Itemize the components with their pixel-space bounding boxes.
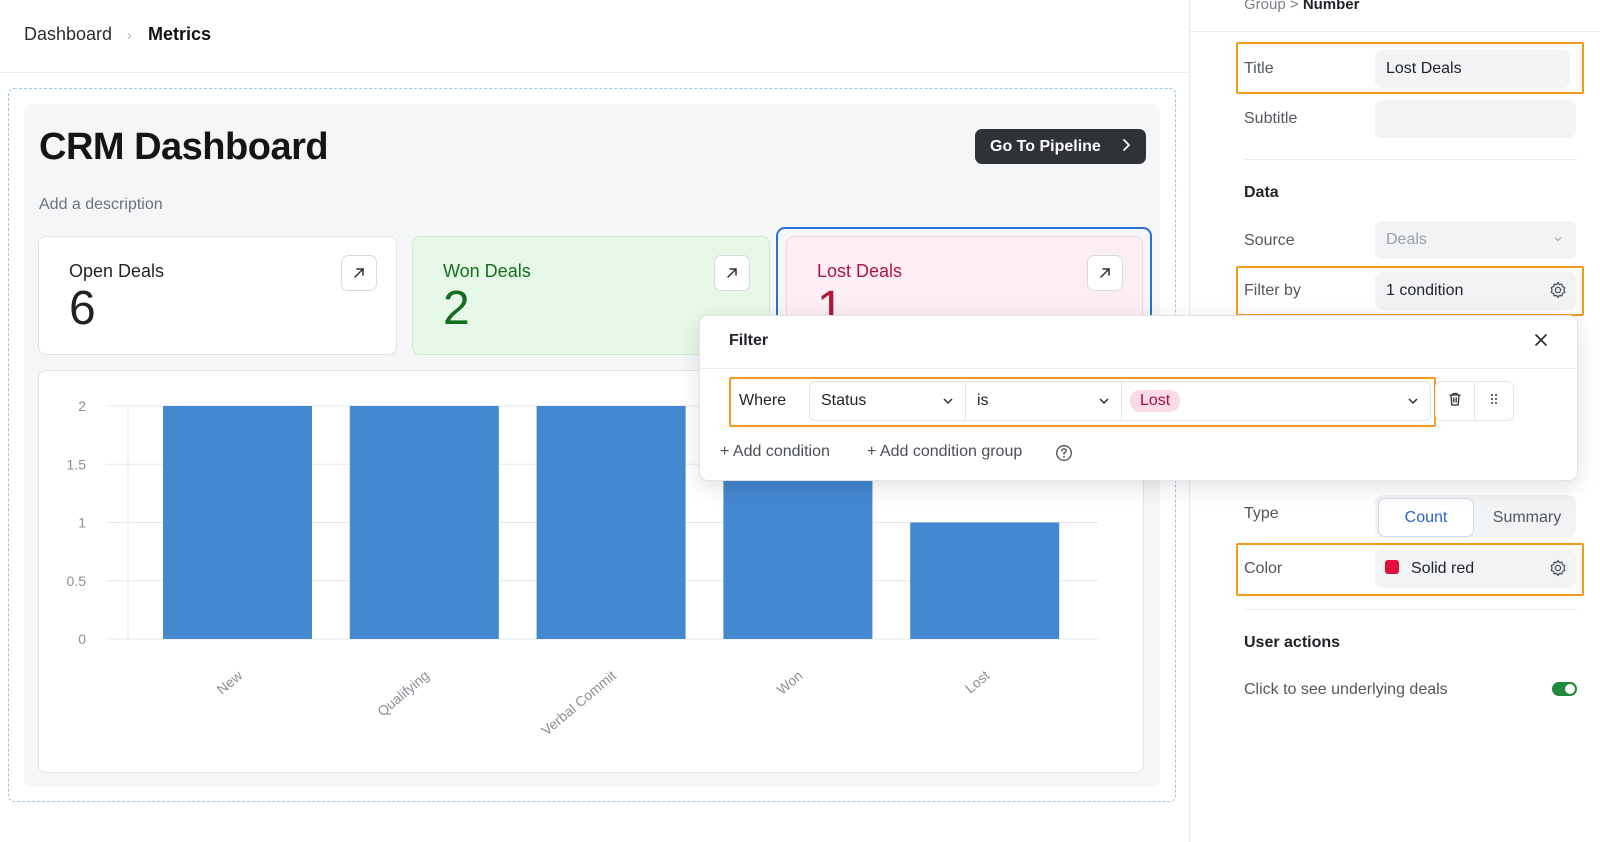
go-to-pipeline-button[interactable]: Go To Pipeline: [975, 129, 1146, 164]
title-label: Title: [1244, 60, 1274, 77]
card-label: Open Deals: [69, 261, 165, 281]
plus-icon: +: [867, 443, 880, 460]
help-icon[interactable]: [1055, 444, 1073, 467]
field-select-value: Status: [821, 392, 867, 409]
color-swatch: [1385, 560, 1399, 574]
x-tick-label: Won: [774, 667, 806, 698]
open-external-icon[interactable]: [1087, 255, 1123, 291]
close-icon[interactable]: [1533, 332, 1549, 353]
gear-icon[interactable]: [1548, 280, 1568, 305]
subtitle-label: Subtitle: [1244, 110, 1298, 127]
operator-select-value: is: [977, 392, 989, 409]
where-label: Where: [739, 392, 787, 409]
panel-breadcrumb: Group > Number: [1244, 0, 1360, 13]
click-through-toggle[interactable]: [1552, 682, 1577, 696]
chart-bar: [910, 522, 1060, 639]
y-tick-label: 1.5: [67, 456, 87, 472]
click-through-label: Click to see underlying deals: [1244, 681, 1448, 698]
type-summary-option[interactable]: Summary: [1479, 498, 1575, 537]
dashboard-description[interactable]: Add a description: [39, 196, 163, 214]
drag-handle-button[interactable]: [1474, 381, 1514, 421]
y-tick-label: 2: [78, 398, 86, 414]
chart-bar: [163, 406, 312, 639]
source-select[interactable]: Deals: [1375, 221, 1576, 259]
title-input[interactable]: Lost Deals: [1375, 50, 1570, 88]
color-field[interactable]: Solid red: [1375, 550, 1576, 588]
chevron-down-icon: [1406, 394, 1420, 413]
trash-icon: [1447, 391, 1463, 412]
chevron-down-icon: [1097, 394, 1111, 413]
panel-breadcrumb-current: Number: [1302, 0, 1360, 13]
delete-condition-button[interactable]: [1435, 381, 1475, 421]
source-value: Deals: [1386, 231, 1427, 248]
y-tick-label: 1: [78, 515, 86, 531]
x-tick-label: Qualifying: [374, 667, 432, 719]
y-tick-label: 0.5: [67, 573, 87, 589]
filter-title: Filter: [729, 332, 769, 349]
go-to-pipeline-label: Go To Pipeline: [990, 137, 1101, 155]
add-condition-button[interactable]: + Add condition: [720, 443, 830, 461]
filter-by-label: Filter by: [1244, 282, 1301, 299]
panel-breadcrumb-separator: >: [1289, 0, 1299, 13]
filter-by-value: 1 condition: [1386, 282, 1464, 299]
type-label: Type: [1244, 505, 1279, 522]
data-heading: Data: [1244, 184, 1279, 201]
add-condition-group-label: Add condition group: [879, 443, 1023, 460]
add-condition-label: Add condition: [732, 443, 830, 460]
value-chip: Lost: [1130, 390, 1181, 412]
type-count-option[interactable]: Count: [1378, 498, 1474, 537]
operator-select[interactable]: is: [965, 381, 1122, 421]
open-external-icon[interactable]: [714, 255, 750, 291]
x-tick-label: New: [214, 667, 246, 698]
chevron-down-icon: [941, 394, 955, 413]
chart-bar: [349, 406, 499, 639]
breadcrumb-dashboard[interactable]: Dashboard: [24, 24, 112, 45]
card-label: Won Deals: [443, 261, 531, 281]
filter-by-field[interactable]: 1 condition: [1375, 272, 1576, 310]
dashboard-title[interactable]: CRM Dashboard: [39, 126, 329, 169]
card-value: 2: [443, 282, 470, 335]
subtitle-input[interactable]: [1375, 100, 1576, 138]
field-select[interactable]: Status: [809, 381, 966, 421]
value-select[interactable]: Lost: [1121, 381, 1431, 421]
color-value: Solid red: [1411, 560, 1475, 577]
source-label: Source: [1244, 232, 1295, 249]
x-tick-label: Lost: [962, 667, 993, 696]
divider: [1244, 159, 1577, 160]
add-condition-group-button[interactable]: + Add condition group: [867, 443, 1022, 461]
divider: [1244, 609, 1577, 610]
card-open-deals[interactable]: Open Deals 6: [38, 236, 397, 355]
y-tick-label: 0: [78, 631, 86, 647]
toggle-knob: [1565, 684, 1575, 694]
chart-bar: [536, 406, 686, 639]
card-value: 6: [69, 282, 96, 335]
panel-breadcrumb-parent[interactable]: Group: [1244, 0, 1286, 13]
plus-icon: +: [720, 443, 733, 460]
chevron-down-icon: [1552, 232, 1564, 250]
chevron-right-icon: [1122, 137, 1132, 158]
breadcrumb-separator: ›: [127, 27, 132, 43]
open-external-icon[interactable]: [341, 255, 377, 291]
card-label: Lost Deals: [817, 261, 903, 281]
divider: [1190, 31, 1600, 32]
gear-icon[interactable]: [1548, 558, 1568, 583]
drag-handle-icon: [1488, 391, 1500, 412]
divider: [700, 368, 1577, 369]
x-tick-label: Verbal Commit: [538, 667, 619, 738]
breadcrumb-metrics: Metrics: [148, 24, 212, 44]
user-actions-heading: User actions: [1244, 634, 1341, 651]
color-label: Color: [1244, 560, 1283, 577]
